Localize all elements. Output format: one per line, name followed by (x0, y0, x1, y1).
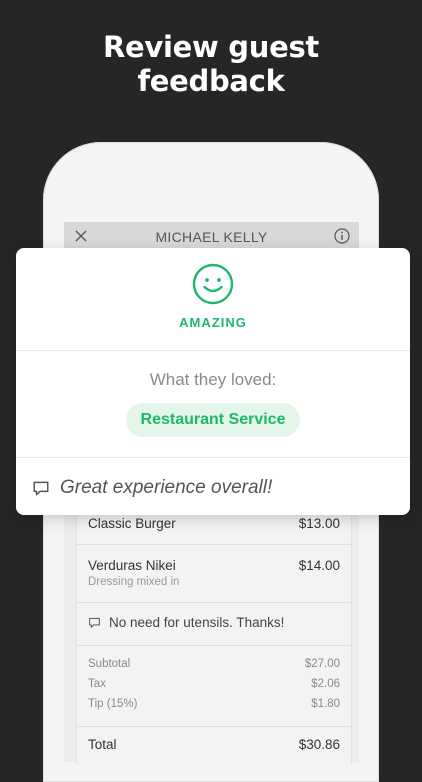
tax-label: Tax (88, 678, 106, 690)
subtotal-value: $27.00 (304, 658, 340, 670)
subtotal-label: Subtotal (88, 658, 131, 670)
headline: Review guest feedback (0, 30, 422, 98)
loved-tag: Restaurant Service (126, 403, 300, 437)
tip-row: Tip (15%) $1.80 (88, 698, 340, 710)
divider (16, 350, 410, 351)
rating-label: AMAZING (179, 315, 247, 330)
tax-row: Tax $2.06 (88, 678, 340, 690)
order-note-text: No need for utensils. Thanks! (109, 615, 285, 630)
comment-text: Great experience overall! (60, 477, 273, 498)
headline-line-1: Review guest (103, 30, 319, 64)
divider (16, 457, 410, 458)
item-price: $14.00 (298, 558, 340, 573)
speech-bubble-icon (89, 617, 100, 628)
divider (77, 602, 351, 603)
feedback-card: AMAZING What they loved: Restaurant Serv… (16, 248, 410, 515)
order-note: No need for utensils. Thanks! (88, 615, 340, 630)
subtotal-row: Subtotal $27.00 (88, 658, 340, 670)
loved-label: What they loved: (149, 370, 277, 389)
guest-comment: Great experience overall! (32, 477, 394, 499)
smiley-face-icon (192, 263, 234, 305)
tax-value: $2.06 (311, 678, 340, 690)
guest-name: MICHAEL KELLY (155, 229, 268, 245)
line-item: Classic Burger $13.00 (88, 516, 340, 531)
headline-line-2: feedback (137, 64, 285, 98)
tip-value: $1.80 (311, 698, 340, 710)
divider (77, 544, 351, 545)
speech-bubble-icon (33, 481, 49, 496)
divider (77, 645, 351, 646)
modal-header: MICHAEL KELLY (64, 222, 359, 250)
receipt: Classic Burger $13.00 Verduras Nikei Dre… (76, 505, 352, 765)
info-icon[interactable] (334, 228, 350, 244)
tip-label: Tip (15%) (88, 698, 138, 710)
line-item: Verduras Nikei Dressing mixed in $14.00 (88, 558, 340, 588)
item-price: $13.00 (298, 516, 340, 531)
item-modifier: Dressing mixed in (88, 576, 180, 588)
divider (77, 726, 351, 727)
